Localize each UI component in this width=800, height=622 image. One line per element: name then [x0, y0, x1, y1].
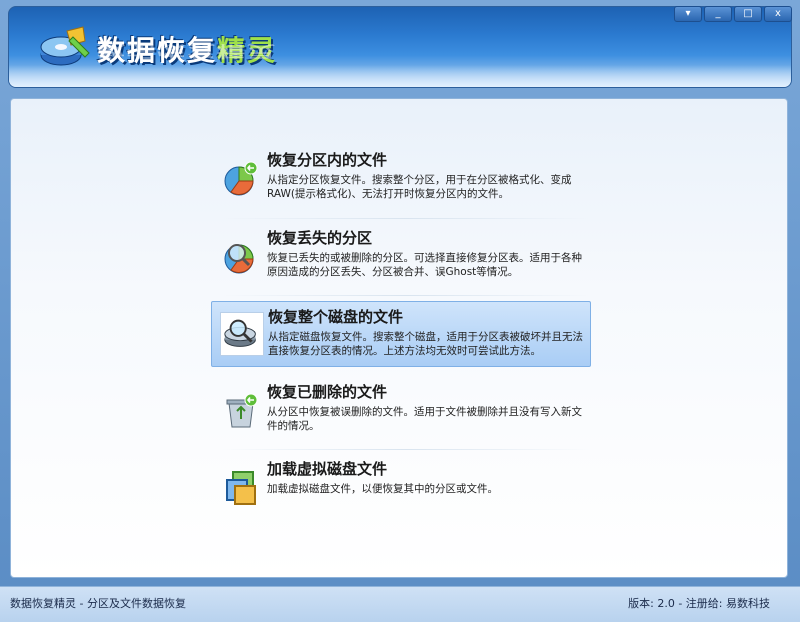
virtual-disk-icon — [226, 471, 256, 505]
menu-dropdown-button[interactable]: ▾ — [674, 6, 702, 22]
disk-recovery-logo-icon — [40, 26, 90, 66]
option-title: 恢复分区内的文件 — [267, 151, 388, 169]
divider — [221, 449, 591, 450]
disk-search-icon — [220, 312, 264, 356]
divider — [221, 218, 591, 219]
maximize-button[interactable]: □ — [734, 6, 762, 22]
option-recover-lost-partition[interactable]: 恢复丢失的分区 恢复已丢失的或被删除的分区。可选择直接修复分区表。适用于各种原因… — [211, 223, 591, 289]
option-recover-whole-disk[interactable]: 恢复整个磁盘的文件 从指定磁盘恢复文件。搜索整个磁盘，适用于分区表被破坏并且无法… — [211, 301, 591, 367]
window-controls: ▾ _ □ x — [674, 6, 792, 22]
partition-search-icon — [224, 244, 254, 274]
partition-pie-icon — [224, 161, 258, 196]
option-description: 从指定分区恢复文件。搜索整个分区，用于在分区被格式化、变成RAW(提示格式化)、… — [267, 174, 572, 200]
option-description: 从分区中恢复被误删除的文件。适用于文件被删除并且没有写入新文件的情况。 — [267, 406, 582, 432]
status-app-info: 数据恢复精灵 - 分区及文件数据恢复 — [10, 597, 186, 610]
option-load-virtual-disk[interactable]: 加载虚拟磁盘文件 加载虚拟磁盘文件，以便恢复其中的分区或文件。 — [211, 454, 591, 520]
main-panel: 恢复分区内的文件 从指定分区恢复文件。搜索整个分区，用于在分区被格式化、变成RA… — [10, 98, 788, 578]
option-title: 加载虚拟磁盘文件 — [267, 460, 388, 478]
divider — [221, 295, 591, 296]
recycle-bin-icon — [226, 393, 258, 428]
option-title: 恢复已删除的文件 — [267, 383, 388, 401]
minimize-button[interactable]: _ — [704, 6, 732, 22]
close-button[interactable]: x — [764, 6, 792, 22]
option-description: 恢复已丢失的或被删除的分区。可选择直接修复分区表。适用于各种原因造成的分区丢失、… — [267, 252, 582, 278]
option-title: 恢复整个磁盘的文件 — [268, 308, 404, 326]
app-title-reflection: 数据恢复精灵 — [97, 42, 278, 61]
option-recover-partition-files[interactable]: 恢复分区内的文件 从指定分区恢复文件。搜索整个分区，用于在分区被格式化、变成RA… — [211, 145, 591, 211]
option-description: 从指定磁盘恢复文件。搜索整个磁盘，适用于分区表被破坏并且无法直接恢复分区表的情况… — [268, 331, 583, 357]
option-recover-deleted-files[interactable]: 恢复已删除的文件 从分区中恢复被误删除的文件。适用于文件被删除并且没有写入新文件… — [211, 377, 591, 443]
option-title: 恢复丢失的分区 — [267, 229, 373, 247]
status-bar: 数据恢复精灵 - 分区及文件数据恢复 版本: 2.0 - 注册给: 易数科技 — [0, 586, 800, 622]
status-version-info: 版本: 2.0 - 注册给: 易数科技 — [628, 597, 770, 610]
option-description: 加载虚拟磁盘文件，以便恢复其中的分区或文件。 — [267, 483, 498, 495]
app-window: 数据恢复精灵 数据恢复精灵 ▾ _ □ x 恢复分区内的文件 从指定分区恢复文件… — [0, 0, 800, 622]
